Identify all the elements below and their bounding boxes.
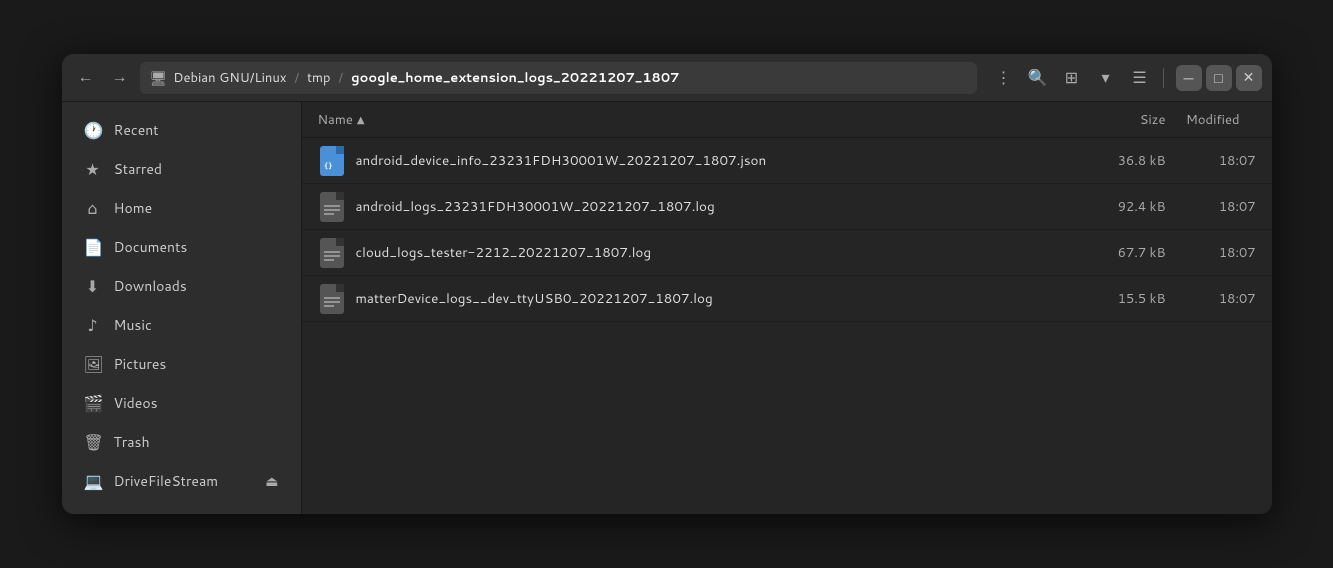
toolbar-right: ⋮ 🔍 ⊞ ▾ ☰: [989, 63, 1155, 93]
file-pane: Name ▲ Size Modified {} android_device_i…: [302, 102, 1272, 514]
breadcrumb-sep2: /: [339, 69, 344, 87]
sidebar: 🕐 Recent ★ Starred ⌂ Home 📄 Documents ⬇ …: [62, 102, 302, 514]
pictures-icon: 🖼: [84, 353, 102, 376]
maximize-button[interactable]: □: [1206, 65, 1232, 91]
sidebar-item-label-documents: Documents: [114, 237, 279, 257]
downloads-icon: ⬇: [84, 275, 102, 298]
drivefilestream-icon: 💻: [84, 470, 102, 493]
view-chevron-button[interactable]: ▾: [1091, 63, 1121, 93]
sidebar-item-home[interactable]: ⌂ Home: [68, 189, 295, 227]
search-button[interactable]: 🔍: [1023, 63, 1053, 93]
titlebar-divider: [1163, 68, 1164, 88]
file-size: 36.8 kB: [1066, 152, 1166, 170]
sidebar-item-label-recent: Recent: [114, 120, 279, 140]
breadcrumb-tmp[interactable]: tmp: [307, 69, 330, 87]
svg-text:{}: {}: [324, 162, 332, 170]
sidebar-item-documents[interactable]: 📄 Documents: [68, 228, 295, 266]
view-list-button[interactable]: ☰: [1125, 63, 1155, 93]
view-grid-button[interactable]: ⊞: [1057, 63, 1087, 93]
file-name: cloud_logs_tester-2212_20221207_1807.log: [356, 243, 1066, 262]
file-manager-window: ← → 🖥 Debian GNU/Linux / tmp / google_ho…: [62, 54, 1272, 514]
more-options-button[interactable]: ⋮: [989, 63, 1019, 93]
file-row[interactable]: cloud_logs_tester-2212_20221207_1807.log…: [302, 230, 1272, 276]
sidebar-item-label-drivefilestream: DriveFileStream: [114, 471, 254, 491]
file-name: android_logs_23231FDH30001W_20221207_180…: [356, 197, 1066, 216]
sidebar-item-label-starred: Starred: [114, 159, 279, 179]
file-modified: 18:07: [1166, 198, 1256, 216]
documents-icon: 📄: [84, 236, 102, 259]
sidebar-item-trash[interactable]: 🗑 Trash: [68, 423, 295, 461]
log-file-icon: [318, 237, 346, 269]
file-name: android_device_info_23231FDH30001W_20221…: [356, 151, 1066, 170]
file-modified: 18:07: [1166, 290, 1256, 308]
sidebar-item-label-home: Home: [114, 198, 279, 218]
minimize-button[interactable]: ─: [1176, 65, 1202, 91]
file-size: 67.7 kB: [1066, 244, 1166, 262]
col-name-header[interactable]: Name ▲: [318, 111, 1066, 129]
file-rows: {} android_device_info_23231FDH30001W_20…: [302, 138, 1272, 322]
sidebar-item-drivefilestream[interactable]: 💻 DriveFileStream ⏏: [68, 462, 295, 500]
content-area: 🕐 Recent ★ Starred ⌂ Home 📄 Documents ⬇ …: [62, 102, 1272, 514]
recent-icon: 🕐: [84, 119, 102, 142]
file-row[interactable]: android_logs_23231FDH30001W_20221207_180…: [302, 184, 1272, 230]
eject-icon[interactable]: ⏏: [265, 471, 278, 491]
sidebar-item-downloads[interactable]: ⬇ Downloads: [68, 267, 295, 305]
sidebar-item-starred[interactable]: ★ Starred: [68, 150, 295, 188]
breadcrumb-os[interactable]: Debian GNU/Linux: [173, 69, 286, 87]
breadcrumb-current[interactable]: google_home_extension_logs_20221207_1807: [351, 69, 679, 87]
sidebar-item-label-videos: Videos: [114, 393, 279, 413]
sidebar-item-pictures[interactable]: 🖼 Pictures: [68, 345, 295, 383]
file-modified: 18:07: [1166, 244, 1256, 262]
close-button[interactable]: ✕: [1236, 65, 1262, 91]
starred-icon: ★: [84, 158, 102, 181]
music-icon: ♪: [84, 314, 102, 337]
trash-icon: 🗑: [84, 431, 102, 454]
back-button[interactable]: ←: [72, 64, 100, 92]
videos-icon: 🎬: [84, 392, 102, 415]
file-list-header: Name ▲ Size Modified: [302, 102, 1272, 138]
window-controls: ─ □ ✕: [1176, 65, 1262, 91]
file-name: matterDevice_logs__dev_ttyUSB0_20221207_…: [356, 289, 1066, 308]
breadcrumb-sep1: /: [295, 69, 300, 87]
col-modified-header: Modified: [1166, 111, 1256, 129]
sidebar-item-music[interactable]: ♪ Music: [68, 306, 295, 344]
file-modified: 18:07: [1166, 152, 1256, 170]
col-size-header: Size: [1066, 111, 1166, 129]
sidebar-item-label-trash: Trash: [114, 432, 279, 452]
sidebar-item-label-pictures: Pictures: [114, 354, 279, 374]
forward-button[interactable]: →: [106, 64, 134, 92]
json-file-icon: {}: [318, 145, 346, 177]
home-icon: ⌂: [84, 197, 102, 220]
breadcrumb: 🖥 Debian GNU/Linux / tmp / google_home_e…: [140, 62, 977, 94]
os-icon: 🖥: [150, 68, 168, 88]
sidebar-item-label-music: Music: [114, 315, 279, 335]
sidebar-item-videos[interactable]: 🎬 Videos: [68, 384, 295, 422]
titlebar: ← → 🖥 Debian GNU/Linux / tmp / google_ho…: [62, 54, 1272, 102]
log-file-icon: [318, 191, 346, 223]
log-file-icon: [318, 283, 346, 315]
file-size: 15.5 kB: [1066, 290, 1166, 308]
sidebar-item-recent[interactable]: 🕐 Recent: [68, 111, 295, 149]
file-row[interactable]: {} android_device_info_23231FDH30001W_20…: [302, 138, 1272, 184]
file-size: 92.4 kB: [1066, 198, 1166, 216]
file-row[interactable]: matterDevice_logs__dev_ttyUSB0_20221207_…: [302, 276, 1272, 322]
sidebar-item-label-downloads: Downloads: [114, 276, 279, 296]
